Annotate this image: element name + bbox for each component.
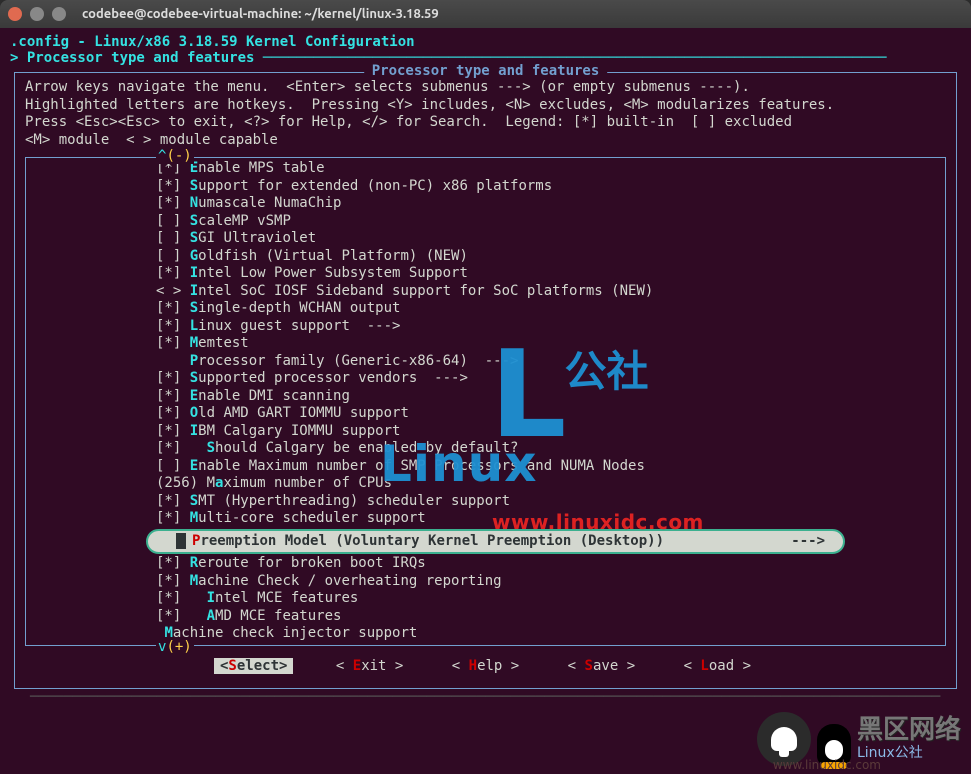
load-button[interactable]: < Load > [678,658,757,674]
minimize-icon[interactable] [30,7,44,21]
menu-item[interactable]: [*] Old AMD GART IOMMU support [26,405,945,423]
dialog-shadow: ────────────────────────────────────────… [30,689,961,705]
menu-item[interactable]: [*] Should Calgary be enabled by default… [26,440,945,458]
cursor-icon [176,533,186,549]
outer-dialog-box: Processor type and features Arrow keys n… [14,72,957,689]
menu-item[interactable]: [*] Intel MCE features [26,590,945,608]
window-title: codebee@codebee-virtual-machine: ~/kerne… [82,7,439,21]
menu-item[interactable]: [*] Machine Check / overheating reportin… [26,573,945,591]
select-button[interactable]: <Select> [214,658,293,674]
dialog-title: Processor type and features [364,63,608,79]
menu-item[interactable]: [*] Memtest [26,335,945,353]
menu-item[interactable]: [ ] Goldfish (Virtual Platform) (NEW) [26,248,945,266]
menu-item[interactable]: [*] SMT (Hyperthreading) scheduler suppo… [26,493,945,511]
terminal-area: .config - Linux/x86 3.18.59 Kernel Confi… [0,28,971,774]
watermark-small-url: www.linuxidc.com [773,758,881,772]
menu-item[interactable]: [ ] ScaleMP vSMP [26,213,945,231]
menu-item[interactable]: [*] Reroute for broken boot IRQs [26,555,945,573]
menu-item[interactable]: [ ] Enable Maximum number of SMP Process… [26,458,945,476]
menu-item-selected[interactable]: Preemption Model (Voluntary Kernel Preem… [26,529,945,555]
save-button[interactable]: < Save > [562,658,641,674]
menu-item[interactable]: (256) Maximum number of CPUs [26,475,945,493]
menu-item[interactable]: [*] Enable DMI scanning [26,388,945,406]
menu-item[interactable]: Processor family (Generic-x86-64) ---> [26,353,945,371]
menu-item[interactable]: [*] Numascale NumaChip [26,195,945,213]
menu-item[interactable]: [*] Support for extended (non-PC) x86 pl… [26,178,945,196]
menu-item[interactable]: < > Intel SoC IOSF Sideband support for … [26,283,945,301]
menu-item[interactable]: [*] Intel Low Power Subsystem Support [26,265,945,283]
exit-button[interactable]: < Exit > [330,658,409,674]
menu-item[interactable]: [ ] SGI Ultraviolet [26,230,945,248]
menu-item[interactable]: [*] Single-depth WCHAN output [26,300,945,318]
maximize-icon[interactable] [52,7,66,21]
window-titlebar: codebee@codebee-virtual-machine: ~/kerne… [0,0,971,28]
close-icon[interactable] [8,7,22,21]
watermark-corner: 黑区网络 Linux公社 [757,709,961,766]
help-instructions: Arrow keys navigate the menu. <Enter> se… [15,73,956,157]
menu-item[interactable]: [*] Multi-core scheduler support [26,510,945,528]
menu-box: ^(-) [*] Enable MPS table[*] Support for… [25,157,946,646]
menu-list[interactable]: [*] Enable MPS table[*] Support for exte… [26,158,945,645]
menu-item[interactable]: [*] Supported processor vendors ---> [26,370,945,388]
menu-item[interactable]: [*] Linux guest support ---> [26,318,945,336]
button-row: <Select> < Exit > < Help > < Save > < Lo… [15,650,956,684]
menu-item[interactable]: [*] IBM Calgary IOMMU support [26,423,945,441]
scroll-down-indicator[interactable]: v(+) [156,639,194,655]
config-header: .config - Linux/x86 3.18.59 Kernel Confi… [10,34,961,50]
help-button[interactable]: < Help > [446,658,525,674]
menu-item[interactable]: [*] AMD MCE features [26,608,945,626]
scroll-up-indicator[interactable]: ^(-) [156,148,194,164]
